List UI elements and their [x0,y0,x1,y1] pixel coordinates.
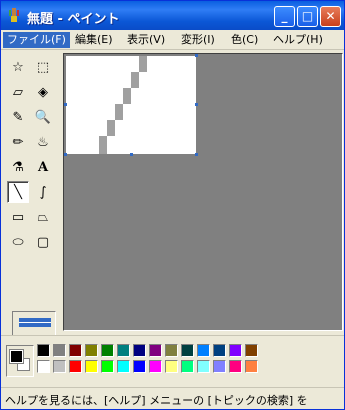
palette-swatch[interactable] [117,360,130,373]
fill-icon[interactable]: ◈ [32,81,54,103]
palette-swatch[interactable] [149,344,162,357]
palette-swatch[interactable] [181,360,194,373]
palette-swatch[interactable] [197,344,210,357]
toolbox: ☆ ⬚ ▱ ◈ ✎ 🔍 ✏ ♨ ⚗ A ╲ ∫ ▭ ⏢ ⬭ ▢ [4,53,58,377]
palette-swatch[interactable] [245,344,258,357]
status-text: ヘルプを見るには、[ヘルプ] メニューの [トピックの検索] を [5,394,308,407]
eraser-icon[interactable]: ▱ [7,81,29,103]
drawn-line-segment [99,136,107,154]
drawn-line-segment [131,72,139,88]
line-icon[interactable]: ╲ [7,181,29,203]
resize-handle[interactable] [64,103,67,106]
menu-colors[interactable]: 色(C) [227,32,262,48]
palette-swatch[interactable] [197,360,210,373]
palette-swatch[interactable] [101,344,114,357]
palette-swatch[interactable] [133,344,146,357]
pick-color-icon[interactable]: ✎ [7,106,29,128]
rectangle-icon[interactable]: ▭ [7,206,29,228]
palette-swatch[interactable] [133,360,146,373]
close-button[interactable]: ✕ [320,6,341,27]
canvas-workarea [63,53,343,331]
magnifier-icon[interactable]: 🔍 [32,106,54,128]
palette-swatch[interactable] [37,360,50,373]
ellipse-icon[interactable]: ⬭ [7,231,29,253]
palette-swatch[interactable] [101,360,114,373]
brush-icon[interactable]: ♨ [32,131,54,153]
resize-handle[interactable] [195,153,198,156]
palette-swatch[interactable] [85,344,98,357]
pencil-icon[interactable]: ✏ [7,131,29,153]
palette-swatch[interactable] [229,360,242,373]
palette-swatch[interactable] [181,344,194,357]
color-palette [1,335,344,385]
palette-swatch[interactable] [213,360,226,373]
palette-swatch[interactable] [149,360,162,373]
foreground-color-swatch[interactable] [9,349,24,364]
resize-handle[interactable] [195,103,198,106]
palette-swatch[interactable] [37,344,50,357]
menu-edit[interactable]: 編集(E) [71,32,117,48]
drawn-line-segment [139,56,147,72]
palette-swatch[interactable] [69,360,82,373]
polygon-icon[interactable]: ⏢ [32,206,54,228]
current-colors[interactable] [6,345,34,377]
text-icon[interactable]: A [32,156,54,178]
resize-handle[interactable] [130,153,133,156]
palette-swatch[interactable] [53,344,66,357]
menu-image[interactable]: 変形(I) [177,32,219,48]
menu-help[interactable]: ヘルプ(H) [269,32,327,48]
window-title: 無題 - ペイント [27,12,120,27]
rect-select-icon[interactable]: ⬚ [32,56,54,78]
drawn-line-segment [115,104,123,120]
palette-swatch[interactable] [85,360,98,373]
drawn-line-segment [123,88,131,104]
menu-file[interactable]: ファイル(F) [3,32,70,48]
drawn-line-segment [107,120,115,136]
maximize-button[interactable]: □ [297,6,318,27]
palette-swatch[interactable] [229,344,242,357]
resize-handle[interactable] [64,153,67,156]
menu-bar: ファイル(F) 編集(E) 表示(V) 変形(I) 色(C) ヘルプ(H) [1,30,344,50]
paint-window: 無題 - ペイント _ □ ✕ ファイル(F) 編集(E) 表示(V) 変形(I… [0,0,345,410]
palette-swatch[interactable] [213,344,226,357]
palette-swatch[interactable] [117,344,130,357]
status-bar: ヘルプを見るには、[ヘルプ] メニューの [トピックの検索] を [1,387,344,409]
airbrush-icon[interactable]: ⚗ [7,156,29,178]
palette-swatch[interactable] [69,344,82,357]
rounded-rect-icon[interactable]: ▢ [32,231,54,253]
title-bar[interactable]: 無題 - ペイント _ □ ✕ [1,1,344,30]
resize-handle[interactable] [195,54,198,57]
palette-swatch[interactable] [53,360,66,373]
drawing-canvas[interactable] [66,56,196,154]
palette-swatch[interactable] [245,360,258,373]
minimize-button[interactable]: _ [274,6,295,27]
menu-view[interactable]: 表示(V) [123,32,169,48]
free-select-icon[interactable]: ☆ [7,56,29,78]
curve-icon[interactable]: ∫ [32,181,54,203]
palette-swatch[interactable] [165,344,178,357]
paint-app-icon [9,8,19,22]
palette-swatch[interactable] [165,360,178,373]
line-width-1[interactable] [19,322,51,323]
